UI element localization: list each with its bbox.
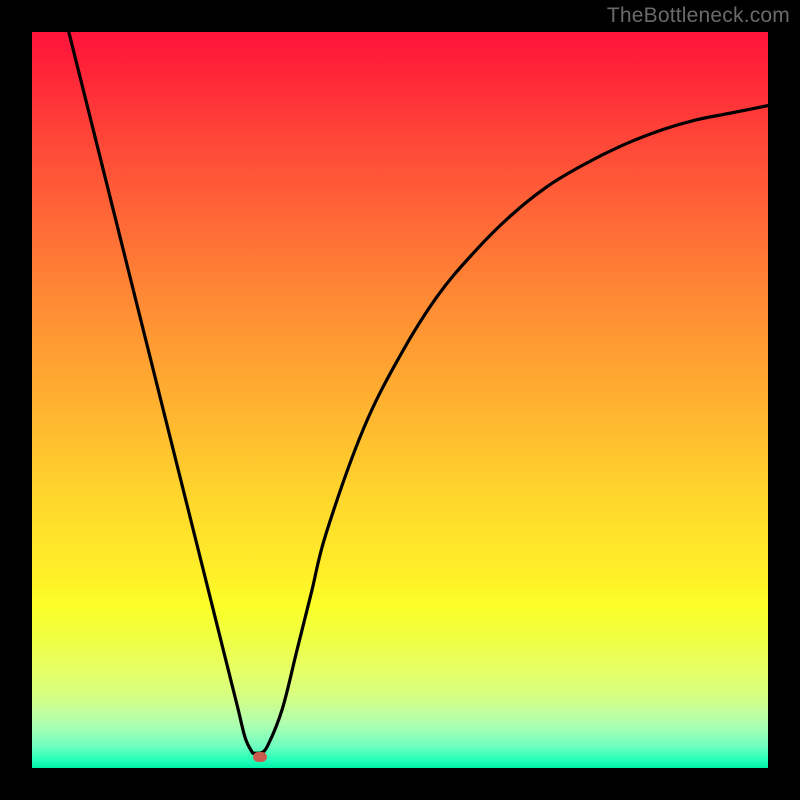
chart-frame: TheBottleneck.com <box>0 0 800 800</box>
optimal-point-marker <box>253 752 267 762</box>
attribution-label: TheBottleneck.com <box>607 4 790 28</box>
bottleneck-curve <box>69 32 768 753</box>
curve-svg <box>32 32 768 768</box>
plot-area <box>32 32 768 768</box>
